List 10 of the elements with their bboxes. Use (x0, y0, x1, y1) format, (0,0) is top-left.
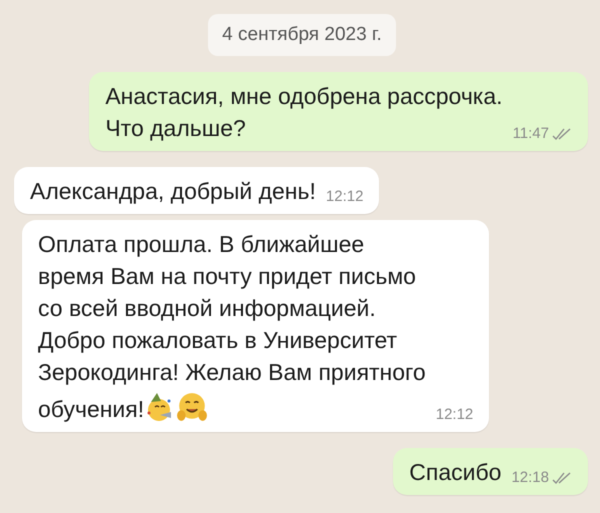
message-time: 11:47 (512, 125, 549, 142)
date-label: 4 сентября 2023 г. (208, 14, 396, 56)
message-time: 12:12 (326, 188, 364, 205)
message-time: 12:12 (436, 406, 474, 423)
message-text: Анастасия, мне одобрена рассрочка. Что дальше? (105, 83, 503, 141)
message-time: 12:18 (511, 469, 549, 486)
message-text: Спасибо (409, 459, 502, 485)
message-text: обучения! (38, 396, 144, 422)
message-text: Александра, добрый день! (30, 178, 316, 204)
hugging-face-icon (176, 391, 208, 423)
